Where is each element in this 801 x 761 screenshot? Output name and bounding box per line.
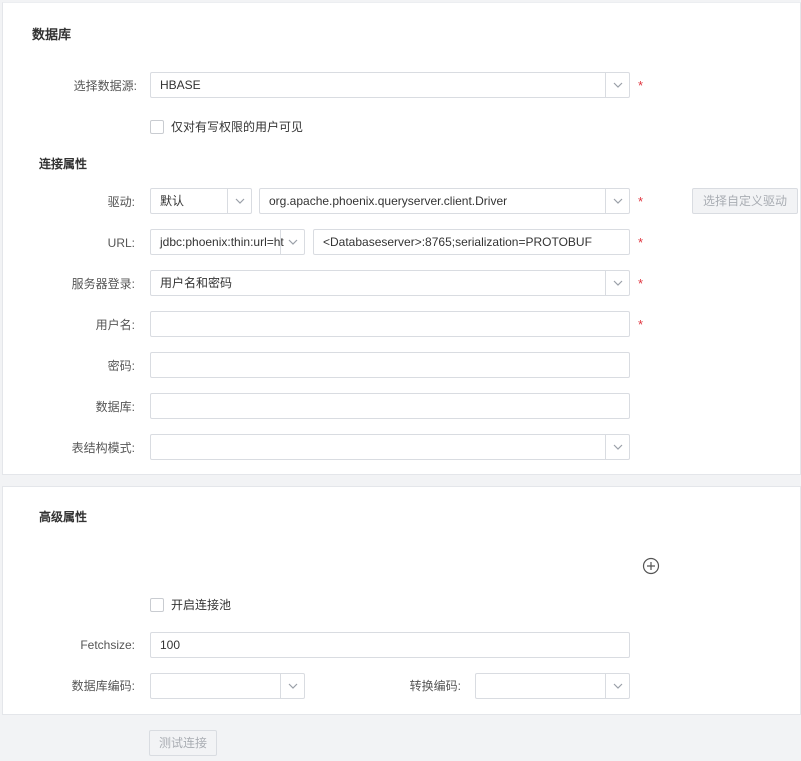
section-title-advanced: 高级属性 bbox=[39, 510, 88, 524]
url-input[interactable]: <Databaseserver>:8765;serialization=PROT… bbox=[313, 229, 630, 255]
url-label: URL: bbox=[107, 236, 135, 250]
password-label: 密码: bbox=[107, 359, 135, 373]
chevron-down-icon[interactable] bbox=[605, 271, 629, 295]
fetchsize-value: 100 bbox=[160, 638, 181, 652]
pool-checkbox[interactable] bbox=[150, 598, 164, 612]
fetchsize-label: Fetchsize: bbox=[80, 638, 135, 652]
required-mark: * bbox=[638, 194, 644, 209]
db-encoding-select[interactable] bbox=[150, 673, 305, 699]
required-mark: * bbox=[638, 317, 644, 332]
login-select[interactable]: 用户名和密码 bbox=[150, 270, 630, 296]
database-input[interactable] bbox=[150, 393, 630, 419]
section-title-connection: 连接属性 bbox=[39, 157, 88, 171]
advanced-panel: 高级属性 开启连接池 Fetchsize: 100 数据库编码: 转换编码: bbox=[2, 486, 801, 715]
required-mark: * bbox=[638, 235, 644, 250]
plus-circle-icon[interactable] bbox=[642, 557, 660, 575]
url-prefix-value: jdbc:phoenix:thin:url=ht bbox=[160, 235, 284, 249]
datasource-select[interactable]: HBASE bbox=[150, 72, 630, 98]
driver-class-select[interactable]: org.apache.phoenix.queryserver.client.Dr… bbox=[259, 188, 630, 214]
chevron-down-icon[interactable] bbox=[605, 674, 629, 698]
custom-driver-button[interactable]: 选择自定义驱动 bbox=[692, 188, 798, 214]
database-label: 数据库: bbox=[95, 400, 135, 414]
visibility-checkbox-label: 仅对有写权限的用户可见 bbox=[171, 120, 304, 134]
required-mark: * bbox=[638, 276, 644, 291]
schema-label: 表结构模式: bbox=[71, 441, 135, 455]
section-title-database: 数据库 bbox=[32, 27, 72, 42]
chevron-down-icon[interactable] bbox=[227, 189, 251, 213]
driver-type-value: 默认 bbox=[160, 194, 185, 208]
driver-label: 驱动: bbox=[107, 195, 135, 209]
test-connection-button[interactable]: 测试连接 bbox=[149, 730, 217, 756]
pool-checkbox-label: 开启连接池 bbox=[171, 598, 232, 612]
chevron-down-icon[interactable] bbox=[605, 435, 629, 459]
schema-select[interactable] bbox=[150, 434, 630, 460]
visibility-checkbox[interactable] bbox=[150, 120, 164, 134]
url-value: <Databaseserver>:8765;serialization=PROT… bbox=[323, 235, 592, 249]
driver-type-select[interactable]: 默认 bbox=[150, 188, 252, 214]
datasource-label: 选择数据源: bbox=[73, 79, 137, 93]
login-value: 用户名和密码 bbox=[160, 276, 233, 290]
driver-class-value: org.apache.phoenix.queryserver.client.Dr… bbox=[269, 194, 508, 208]
required-mark: * bbox=[638, 78, 644, 93]
chevron-down-icon[interactable] bbox=[280, 674, 304, 698]
password-input[interactable] bbox=[150, 352, 630, 378]
convert-encoding-select[interactable] bbox=[475, 673, 630, 699]
database-panel: 数据库 选择数据源: HBASE * 仅对有写权限的用户可见 连接属性 驱动: … bbox=[2, 2, 801, 475]
chevron-down-icon[interactable] bbox=[605, 73, 629, 97]
db-encoding-label: 数据库编码: bbox=[71, 679, 135, 693]
chevron-down-icon[interactable] bbox=[280, 230, 304, 254]
username-label: 用户名: bbox=[95, 318, 135, 332]
login-label: 服务器登录: bbox=[71, 277, 135, 291]
username-input[interactable] bbox=[150, 311, 630, 337]
datasource-value: HBASE bbox=[160, 78, 201, 92]
chevron-down-icon[interactable] bbox=[605, 189, 629, 213]
convert-encoding-label: 转换编码: bbox=[409, 679, 461, 693]
fetchsize-input[interactable]: 100 bbox=[150, 632, 630, 658]
url-prefix-select[interactable]: jdbc:phoenix:thin:url=ht bbox=[150, 229, 305, 255]
